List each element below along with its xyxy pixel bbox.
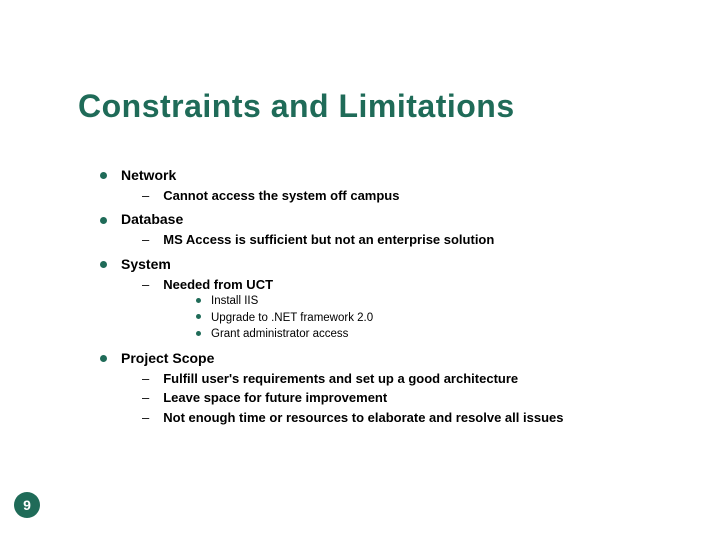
bullet-database: Database [100,210,690,229]
bullet-icon [100,261,107,268]
bullet-icon [100,172,107,179]
sub-bullet-label: Cannot access the system off campus [163,188,399,203]
bullet-label: Project Scope [121,350,214,366]
sub-bullet: –Leave space for future improvement [142,389,690,407]
sub-bullet-label: Fulfill user's requirements and set up a… [163,371,518,386]
sub-bullet: –Fulfill user's requirements and set up … [142,370,690,388]
sub-sub-bullet: Grant administrator access [196,327,690,343]
sub-sub-bullet-label: Install IIS [211,295,258,307]
bullet-icon [100,355,107,362]
bullet-icon [100,217,107,224]
sub-bullet: –Cannot access the system off campus [142,187,690,205]
dash-icon: – [142,188,149,203]
dash-icon: – [142,277,149,292]
sub-sub-bullet-label: Grant administrator access [211,328,348,340]
sub-bullet: –Needed from UCT [142,276,690,294]
bullet-icon [196,314,201,319]
sub-bullet: –MS Access is sufficient but not an ente… [142,231,690,249]
sub-sub-bullet: Upgrade to .NET framework 2.0 [196,311,690,327]
bullet-project-scope: Project Scope [100,349,690,368]
dash-icon: – [142,410,149,425]
bullet-icon [196,298,201,303]
bullet-label: System [121,256,171,272]
page-number: 9 [14,492,40,518]
bullet-label: Network [121,167,176,183]
sub-bullet-label: Leave space for future improvement [163,390,387,405]
bullet-system: System [100,255,690,274]
sub-sub-bullet: Install IIS [196,294,690,310]
dash-icon: – [142,390,149,405]
bullet-network: Network [100,166,690,185]
slide-title: Constraints and Limitations [78,88,515,125]
sub-sub-bullet-label: Upgrade to .NET framework 2.0 [211,312,373,324]
sub-bullet-label: MS Access is sufficient but not an enter… [163,232,494,247]
bullet-icon [196,331,201,336]
slide-content: Network –Cannot access the system off ca… [100,160,690,426]
dash-icon: – [142,371,149,386]
bullet-label: Database [121,211,183,227]
sub-bullet: –Not enough time or resources to elabora… [142,409,690,427]
dash-icon: – [142,232,149,247]
sub-bullet-label: Not enough time or resources to elaborat… [163,410,563,425]
sub-bullet-label: Needed from UCT [163,277,273,292]
